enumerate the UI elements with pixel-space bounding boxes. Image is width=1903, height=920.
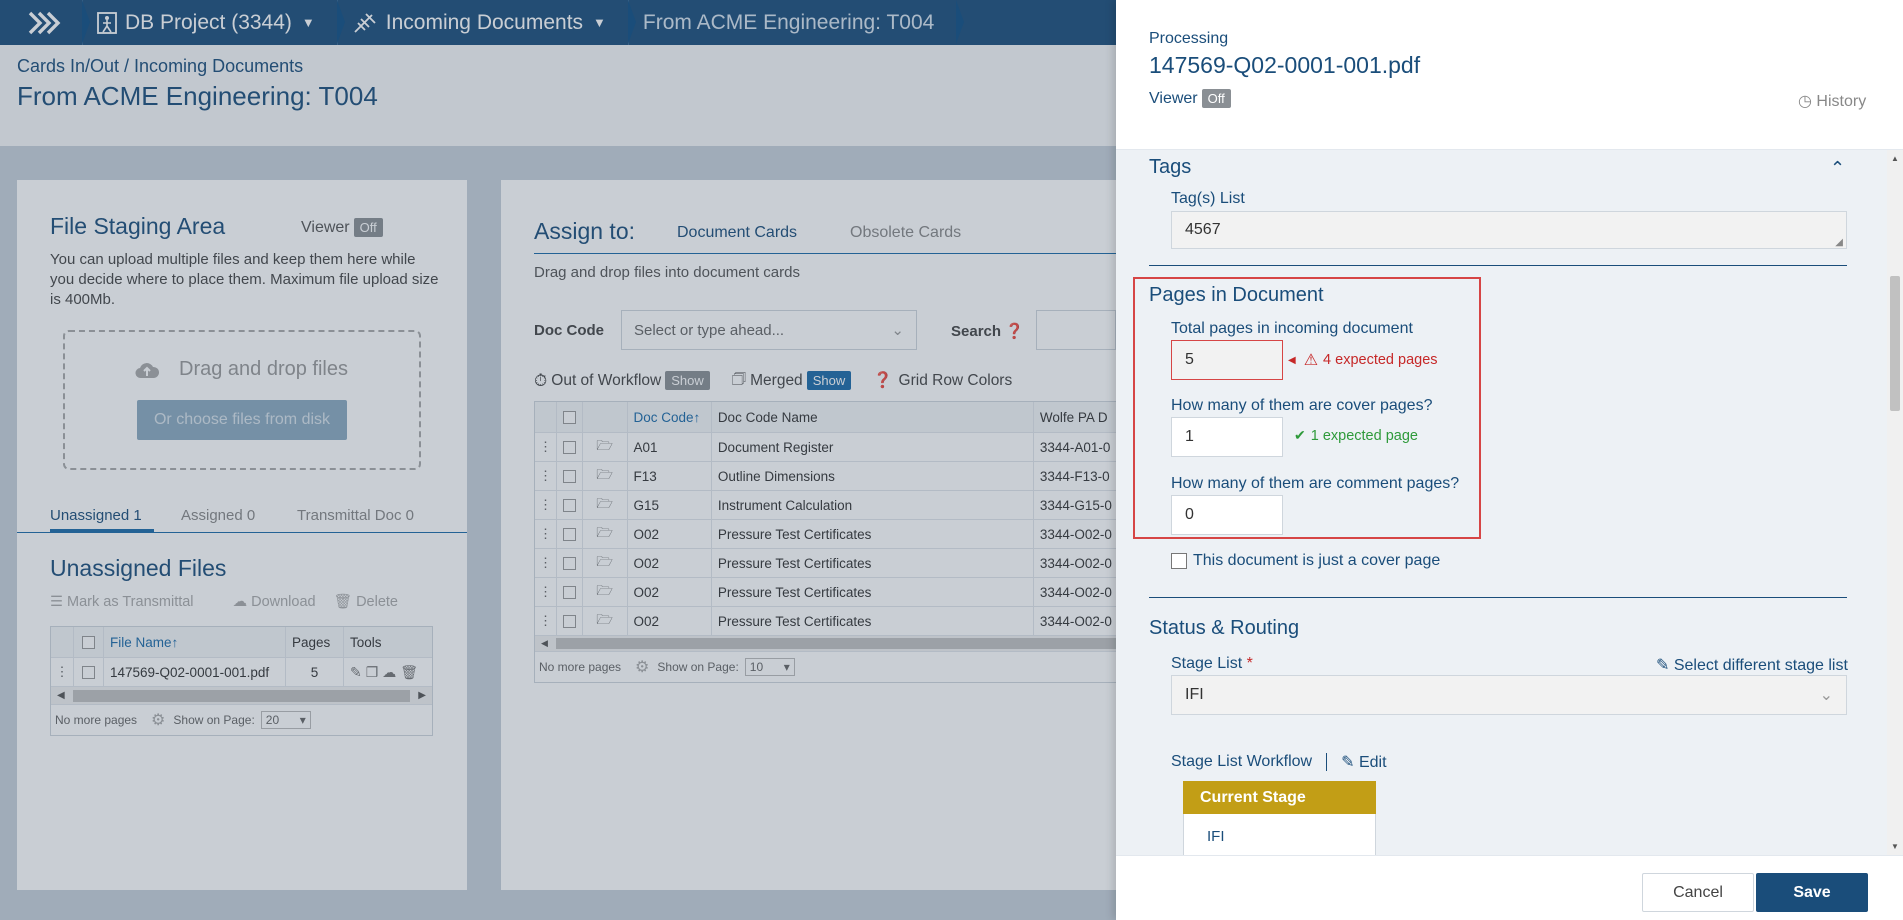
routing-title: Status & Routing [1149, 617, 1300, 639]
checkbox-box[interactable] [1171, 553, 1187, 569]
panel-header: Processing 147569-Q02-0001-001.pdf Viewe… [1116, 0, 1903, 150]
pencil-icon: ✎ [1341, 754, 1355, 771]
cover-pages-label: How many of them are cover pages? [1171, 397, 1433, 414]
caret-left-icon: ◀ [1288, 354, 1296, 366]
chevron-down-icon: ⌄ [1819, 687, 1833, 704]
cover-pages-message: ✔ 1 expected page [1294, 427, 1418, 444]
current-stage-box: IFI [1183, 814, 1376, 855]
just-cover-checkbox[interactable]: This document is just a cover page [1171, 552, 1440, 570]
pages-divider [1149, 597, 1847, 598]
stage-list-select[interactable]: IFI ⌄ [1171, 675, 1847, 715]
workflow-separator [1326, 753, 1328, 771]
current-stage-header: Current Stage [1183, 781, 1376, 814]
cover-pages-input[interactable]: 1 [1171, 417, 1283, 457]
panel-status: Processing [1149, 30, 1229, 47]
panel-footer: Cancel Save [1116, 855, 1903, 920]
warning-icon: ⚠ [1303, 352, 1319, 369]
scroll-up-icon[interactable]: ▲ [1891, 154, 1899, 163]
check-icon: ✔ [1294, 427, 1306, 443]
scroll-down-icon[interactable]: ▼ [1891, 842, 1899, 851]
tags-list-field[interactable]: 4567 ◢ [1171, 211, 1847, 249]
edit-workflow-link[interactable]: ✎ Edit [1341, 752, 1386, 772]
select-different-stage-link[interactable]: ✎ Select different stage list [1656, 655, 1848, 675]
processing-panel: Processing 147569-Q02-0001-001.pdf Viewe… [1116, 0, 1903, 920]
comment-pages-input[interactable]: 0 [1171, 495, 1283, 535]
resize-handle-icon[interactable]: ◢ [1835, 237, 1843, 248]
total-pages-label: Total pages in incoming document [1171, 320, 1413, 337]
modal-backdrop[interactable] [0, 0, 1116, 920]
scroll-thumb[interactable] [1890, 276, 1900, 411]
tags-title: Tags [1149, 156, 1192, 178]
tags-collapse-chevron-icon[interactable]: ⌃ [1830, 158, 1845, 179]
current-stage-value: IFI [1207, 828, 1225, 845]
workflow-row: Stage List Workflow ✎ Edit [1171, 752, 1387, 772]
save-button[interactable]: Save [1756, 873, 1868, 912]
pages-title: Pages in Document [1149, 284, 1324, 306]
pencil-icon: ✎ [1656, 657, 1670, 674]
panel-viewer-toggle[interactable]: Viewer Off [1149, 89, 1231, 108]
total-pages-input[interactable]: 5 [1171, 340, 1283, 380]
comment-pages-label: How many of them are comment pages? [1171, 475, 1460, 492]
clock-icon: ◷ [1798, 93, 1812, 110]
tags-list-label: Tag(s) List [1171, 190, 1245, 207]
cancel-button[interactable]: Cancel [1642, 873, 1754, 912]
panel-scrollbar[interactable]: ▲ ▼ [1887, 150, 1903, 855]
stage-list-label: Stage List * [1171, 655, 1253, 672]
viewer-label: Viewer [1149, 90, 1198, 107]
workflow-label: Stage List Workflow [1171, 753, 1313, 770]
viewer-state-badge: Off [1201, 89, 1231, 108]
tags-divider [1149, 265, 1847, 266]
total-pages-message: ◀ ⚠ 4 expected pages [1288, 352, 1438, 369]
required-mark: * [1246, 655, 1253, 672]
history-link[interactable]: ◷ History [1798, 91, 1866, 111]
panel-filename: 147569-Q02-0001-001.pdf [1149, 52, 1421, 78]
panel-body: Tags ⌃ Tag(s) List 4567 ◢ Pages in Docum… [1116, 150, 1887, 855]
